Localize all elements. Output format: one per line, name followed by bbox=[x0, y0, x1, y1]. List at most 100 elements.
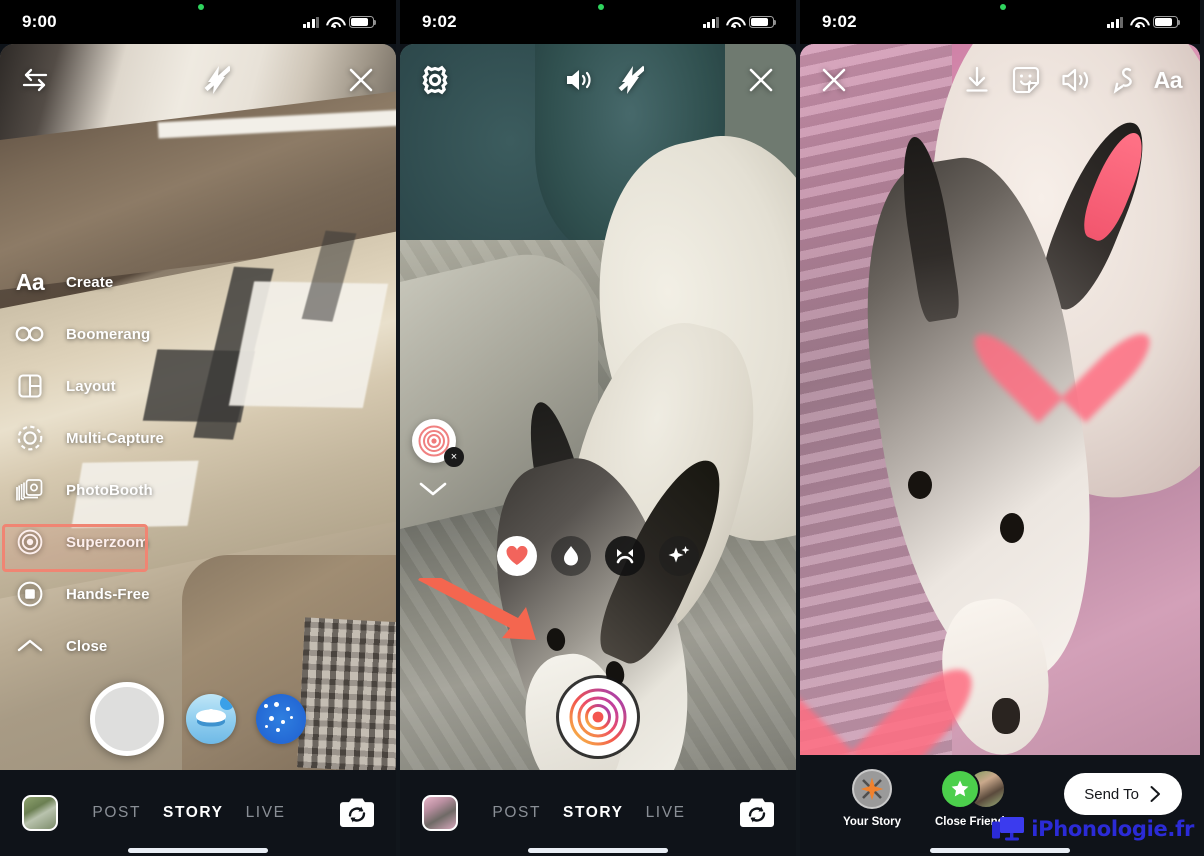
tab-story[interactable]: STORY bbox=[563, 804, 624, 822]
cellular-signal-icon bbox=[702, 16, 719, 28]
flash-off-icon[interactable] bbox=[200, 63, 234, 97]
text-aa-icon: Aa bbox=[15, 268, 45, 295]
settings-gear-icon[interactable] bbox=[418, 63, 452, 97]
multi-capture-icon bbox=[8, 425, 52, 451]
tab-live[interactable]: LIVE bbox=[246, 804, 286, 822]
superzoom-active-badge[interactable]: × bbox=[412, 419, 464, 467]
your-story-option[interactable]: Your Story bbox=[826, 769, 918, 828]
tab-post[interactable]: POST bbox=[492, 804, 541, 822]
menu-item-superzoom[interactable]: Superzoom bbox=[0, 516, 164, 568]
layout-grid-icon bbox=[8, 374, 52, 398]
your-story-avatar bbox=[852, 769, 892, 809]
chevron-down-icon[interactable] bbox=[418, 480, 448, 503]
sparkles-effect[interactable] bbox=[659, 536, 699, 576]
menu-label: Create bbox=[66, 273, 114, 291]
menu-label: Hands-Free bbox=[66, 585, 150, 603]
battery-icon bbox=[349, 16, 377, 28]
remove-effect-icon[interactable]: × bbox=[444, 447, 464, 467]
status-icons bbox=[302, 16, 377, 29]
menu-item-multi-capture[interactable]: Multi-Capture bbox=[0, 412, 164, 464]
flame-effect[interactable] bbox=[551, 536, 591, 576]
recording-indicator-dot bbox=[1000, 4, 1006, 10]
text-aa-label: Aa bbox=[1153, 66, 1183, 93]
story-preview-viewport[interactable]: Aa bbox=[800, 44, 1200, 755]
tab-live[interactable]: LIVE bbox=[646, 804, 686, 822]
status-time: 9:00 bbox=[22, 12, 57, 31]
home-indicator bbox=[930, 848, 1070, 853]
pink-dog-photo bbox=[800, 44, 1200, 755]
menu-item-close[interactable]: Close bbox=[0, 620, 164, 672]
chevron-right-icon bbox=[1150, 786, 1160, 802]
wifi-icon bbox=[1130, 16, 1146, 29]
bottom-nav-bar: POST STORY LIVE bbox=[400, 770, 796, 856]
bottom-nav-bar: POST STORY LIVE bbox=[0, 770, 396, 856]
menu-label: Superzoom bbox=[66, 533, 149, 551]
tab-story[interactable]: STORY bbox=[163, 804, 224, 822]
tab-post[interactable]: POST bbox=[92, 804, 141, 822]
close-friends-star-badge bbox=[940, 769, 980, 809]
battery-icon bbox=[1153, 16, 1181, 28]
flip-camera-icon[interactable] bbox=[340, 798, 374, 828]
download-icon[interactable] bbox=[961, 63, 994, 97]
hands-free-icon bbox=[8, 581, 52, 607]
menu-item-hands-free[interactable]: Hands-Free bbox=[0, 568, 164, 620]
flash-off-icon[interactable] bbox=[614, 63, 648, 97]
gallery-thumbnail[interactable] bbox=[22, 795, 58, 831]
chevron-up-icon bbox=[8, 638, 52, 654]
battery-icon bbox=[749, 16, 777, 28]
heart-effect[interactable] bbox=[497, 536, 537, 576]
close-icon[interactable] bbox=[344, 63, 378, 97]
heart-overlay bbox=[800, 613, 904, 755]
screenshot-stage: 9:00 Aa Create Boomerang Layout Multi-Ca… bbox=[0, 0, 1204, 856]
volume-on-icon[interactable] bbox=[1058, 63, 1091, 97]
sparkle-effect-bubble[interactable] bbox=[256, 694, 306, 744]
sad-face-effect[interactable] bbox=[605, 536, 645, 576]
flip-camera-icon[interactable] bbox=[740, 798, 774, 828]
airplane-effect-bubble[interactable] bbox=[186, 694, 236, 744]
camera-topbar bbox=[400, 44, 796, 116]
status-bar: 9:00 bbox=[0, 0, 396, 44]
shutter-row bbox=[0, 682, 396, 756]
camera-viewport[interactable]: Aa Create Boomerang Layout Multi-Capture… bbox=[0, 44, 396, 770]
menu-label: PhotoBooth bbox=[66, 481, 153, 499]
story-editor-topbar: Aa bbox=[800, 44, 1200, 116]
menu-item-create[interactable]: Aa Create bbox=[0, 256, 164, 308]
gallery-thumbnail[interactable] bbox=[422, 795, 458, 831]
sticker-icon[interactable] bbox=[1009, 63, 1042, 97]
your-story-label: Your Story bbox=[843, 816, 901, 828]
text-aa-icon[interactable]: Aa bbox=[1153, 66, 1183, 94]
status-icons bbox=[1106, 16, 1181, 29]
menu-label: Close bbox=[66, 637, 108, 655]
photobooth-cards-icon bbox=[8, 477, 52, 503]
recording-indicator-dot bbox=[598, 4, 604, 10]
camera-topbar bbox=[0, 44, 396, 116]
close-icon[interactable] bbox=[818, 63, 851, 97]
menu-label: Multi-Capture bbox=[66, 429, 164, 447]
superzoom-target-icon bbox=[8, 529, 52, 555]
superzoom-shutter-button[interactable] bbox=[559, 678, 637, 756]
volume-on-icon[interactable] bbox=[562, 63, 596, 97]
camera-viewport[interactable]: × bbox=[400, 44, 796, 770]
shutter-button[interactable] bbox=[90, 682, 164, 756]
create-mode-menu: Aa Create Boomerang Layout Multi-Capture… bbox=[0, 256, 164, 672]
status-bar: 9:02 bbox=[800, 0, 1200, 44]
menu-item-photobooth[interactable]: PhotoBooth bbox=[0, 464, 164, 516]
status-time: 9:02 bbox=[422, 12, 457, 31]
menu-item-layout[interactable]: Layout bbox=[0, 360, 164, 412]
home-indicator bbox=[528, 848, 668, 853]
home-indicator bbox=[128, 848, 268, 853]
send-to-button[interactable]: Send To bbox=[1064, 773, 1182, 815]
menu-item-boomerang[interactable]: Boomerang bbox=[0, 308, 164, 360]
menu-label: Layout bbox=[66, 377, 116, 395]
monitor-icon bbox=[992, 817, 1025, 841]
close-friends-avatar bbox=[940, 769, 1006, 809]
panel-superzoom-capture: 9:02 × POST STORY LIVE bbox=[396, 0, 796, 856]
close-icon[interactable] bbox=[744, 63, 778, 97]
panel-story-preview-share: 9:02 Aa Your Story Close Friends Send To… bbox=[796, 0, 1200, 856]
capture-mode-tabs: POST STORY LIVE bbox=[458, 804, 720, 822]
menu-label: Boomerang bbox=[66, 325, 151, 343]
draw-squiggle-icon[interactable] bbox=[1107, 63, 1140, 97]
recording-indicator-dot bbox=[198, 4, 204, 10]
infinity-icon bbox=[8, 325, 52, 343]
swap-camera-icon[interactable] bbox=[18, 63, 52, 97]
